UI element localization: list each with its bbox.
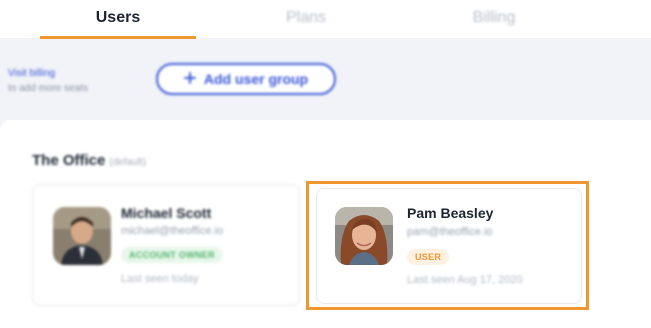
group-default-tag: (default) (109, 157, 147, 168)
member-card-michael[interactable]: Michael Scott michael@theoffice.io ACCOU… (32, 184, 300, 306)
member-email: michael@theoffice.io (121, 225, 224, 237)
group-name: The Office (32, 152, 106, 169)
tab-users[interactable]: Users (40, 0, 196, 38)
active-tab-indicator (40, 36, 196, 39)
billing-hint-text: to add more seats (8, 83, 89, 94)
plus-icon (183, 71, 196, 87)
visit-billing-link[interactable]: Visit billing (8, 66, 88, 81)
group-title: The Office (default) (32, 152, 146, 169)
role-badge: ACCOUNT OWNER (121, 247, 223, 263)
last-seen: Last seen today (121, 273, 199, 285)
tab-plans[interactable]: Plans (228, 0, 384, 38)
highlight-frame (306, 181, 589, 310)
avatar (53, 207, 111, 265)
add-user-group-label: Add user group (203, 71, 309, 87)
billing-hint: Visit billing to add more seats (8, 66, 88, 96)
member-name: Michael Scott (121, 205, 212, 221)
tab-bar: Users Plans Billing (0, 0, 651, 39)
add-user-group-button[interactable]: Add user group (156, 63, 336, 95)
tab-billing[interactable]: Billing (416, 0, 572, 38)
